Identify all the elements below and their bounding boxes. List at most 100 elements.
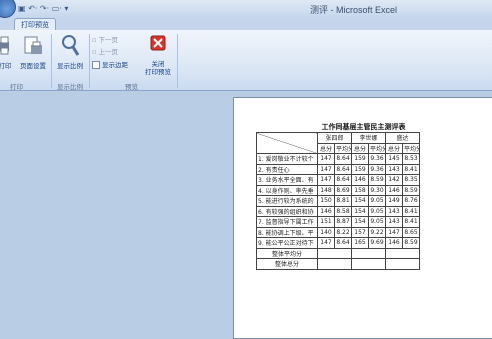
evaluation-table: 张四郎 李世娜 盛达 总分 平均分 总分 平均分 总分 平均分 1. 爱岗敬业不…: [256, 132, 420, 270]
cell: 146: [385, 184, 403, 196]
next-page-button[interactable]: ▫ 下一页: [92, 36, 118, 45]
table-row: 1. 爱岗敬业不计较个 147 8.64 159 9.36 145 8.53: [256, 153, 420, 165]
cell: 9.36: [368, 153, 386, 165]
checkbox-icon: [92, 61, 100, 69]
cell: 8.81: [334, 195, 352, 207]
group-separator: [177, 34, 178, 88]
summary-value: [351, 258, 386, 270]
cell: 147: [317, 153, 335, 165]
cell: 8.69: [334, 184, 352, 196]
prev-page-button[interactable]: ▫ 上一页: [92, 48, 118, 57]
printer-icon: [0, 36, 9, 55]
row-item: 7. 监督指导下属工作: [256, 216, 318, 228]
subheader-average: 平均分: [368, 142, 386, 154]
cell: 165: [351, 237, 369, 249]
magnifier-icon: [62, 35, 80, 56]
cell: 8.58: [334, 205, 352, 217]
summary-row: 整体平均分: [256, 247, 420, 259]
close-icon: [150, 35, 166, 51]
cell: 159: [351, 153, 369, 165]
cell: 154: [351, 195, 369, 207]
cell: 157: [351, 226, 369, 238]
table-row: 3. 业务水平全面、有 147 8.64 146 8.59 142 8.35: [256, 174, 420, 186]
cell: 8.64: [334, 163, 352, 175]
window-title: 测评 - Microsoft Excel: [310, 5, 398, 15]
print-preview-area[interactable]: 工作同基层主管民主测评表 张四郎 李世娜 盛达 总分 平均分 总分 平均分 总分…: [0, 91, 492, 339]
cell: 9.05: [368, 216, 386, 228]
row-item: 1. 爱岗敬业不计较个: [256, 153, 318, 165]
summary-value: [317, 247, 352, 259]
cell: 140: [317, 226, 335, 238]
table-row: 2. 有责任心 147 8.64 159 9.36 143 8.41: [256, 163, 420, 175]
sheet-title: 工作同基层主管民主测评表: [321, 122, 406, 131]
cell: 9.30: [368, 184, 386, 196]
prev-page-icon: ▫: [92, 48, 97, 56]
cell: 8.64: [334, 153, 352, 165]
row-item: 3. 业务水平全面、有: [256, 174, 318, 186]
customize-qat-icon[interactable]: ▾: [64, 4, 68, 13]
table-row: 7. 监督指导下属工作 151 8.87 154 9.05 143 8.41: [256, 216, 420, 228]
subheader-average: 平均分: [334, 142, 352, 154]
cell: 8.53: [402, 153, 420, 165]
cell: 147: [317, 163, 335, 175]
cell: 143: [385, 205, 403, 217]
cell: 8.64: [334, 237, 352, 249]
page-setup-button[interactable]: 页面设置: [16, 36, 50, 70]
cell: 9.69: [368, 237, 386, 249]
office-button[interactable]: [0, 0, 16, 18]
subheader-total: 总分: [317, 142, 335, 154]
print-button[interactable]: 打印: [0, 36, 12, 70]
cell: 8.22: [334, 226, 352, 238]
cell: 8.41: [402, 205, 420, 217]
table-row: 6. 有较强的组织和协 146 8.58 154 9.05 143 8.41: [256, 205, 420, 217]
summary-value: [351, 247, 386, 259]
cell: 8.87: [334, 216, 352, 228]
row-item: 4. 以身作则、率先垂: [256, 184, 318, 196]
cell: 149: [385, 195, 403, 207]
cell: 148: [317, 184, 335, 196]
person-header: 李世娜: [351, 132, 386, 144]
cell: 9.05: [368, 205, 386, 217]
cell: 8.41: [402, 216, 420, 228]
row-item: 5. 能进行较为系统的: [256, 195, 318, 207]
subheader-total: 总分: [351, 142, 369, 154]
cell: 8.35: [402, 174, 420, 186]
save-icon[interactable]: ▣: [18, 4, 26, 13]
show-margins-checkbox[interactable]: 显示边距: [92, 61, 128, 70]
cell: 142: [385, 174, 403, 186]
cell: 146: [351, 174, 369, 186]
print-icon[interactable]: ▭·: [52, 4, 62, 13]
cell: 158: [351, 184, 369, 196]
summary-value: [385, 247, 420, 259]
cell: 8.59: [402, 184, 420, 196]
cell: 8.76: [402, 195, 420, 207]
zoom-button[interactable]: 显示比例: [53, 34, 87, 70]
cell: 147: [385, 226, 403, 238]
quick-access-toolbar[interactable]: ▣ ↶· ↷· ▭· ▾: [18, 4, 68, 13]
table-header-row: 张四郎 李世娜 盛达: [256, 132, 420, 154]
cell: 143: [385, 216, 403, 228]
cell: 146: [385, 237, 403, 249]
row-item: 6. 有较强的组织和协: [256, 205, 318, 217]
row-item: 8. 能协调上下级、平: [256, 226, 318, 238]
person-header: 盛达: [385, 132, 420, 144]
subheader-total: 总分: [385, 142, 403, 154]
subheader-average: 平均分: [402, 142, 420, 154]
summary-value: [317, 258, 352, 270]
redo-icon[interactable]: ↷·: [40, 4, 49, 13]
summary-label: 整体平均分: [256, 247, 318, 259]
person-header: 张四郎: [317, 132, 352, 144]
cell: 159: [351, 163, 369, 175]
close-print-preview-button[interactable]: 关闭 打印预览: [141, 34, 175, 76]
preview-page[interactable]: 工作同基层主管民主测评表 张四郎 李世娜 盛达 总分 平均分 总分 平均分 总分…: [233, 97, 492, 339]
undo-icon[interactable]: ↶·: [28, 4, 37, 13]
summary-value: [385, 258, 420, 270]
cell: 147: [317, 174, 335, 186]
summary-row: 整体总分: [256, 258, 420, 270]
header-corner-cell: [256, 132, 318, 154]
cell: 8.41: [402, 163, 420, 175]
group-separator: [51, 34, 52, 88]
cell: 143: [385, 163, 403, 175]
page-setup-icon: [24, 36, 42, 54]
table-row: 9. 能公平公正对待下 147 8.64 165 9.69 146 8.59: [256, 237, 420, 249]
